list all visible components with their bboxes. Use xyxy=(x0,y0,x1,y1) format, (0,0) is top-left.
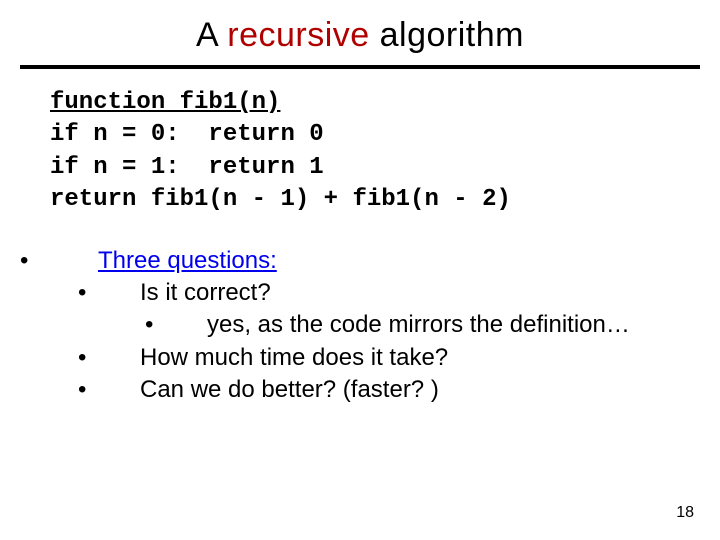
q1a-text: yes, as the code mirrors the definition… xyxy=(207,309,630,341)
bullet-icon: • xyxy=(78,277,98,309)
code-line-1: if n = 0: return 0 xyxy=(50,121,324,148)
bullet-icon: • xyxy=(20,245,40,277)
slide: A recursive algorithm function fib1(n) i… xyxy=(0,0,720,540)
bullet-icon: • xyxy=(78,374,98,406)
q1a-row: • yes, as the code mirrors the definitio… xyxy=(20,309,700,341)
q2-row: • How much time does it take? xyxy=(20,342,700,374)
title-rule xyxy=(20,65,700,69)
q3-row: • Can we do better? (faster? ) xyxy=(20,374,700,406)
bullet-icon: • xyxy=(78,342,98,374)
bullet-icon: • xyxy=(145,309,165,341)
lead-text: Three questions: xyxy=(98,247,277,274)
code-signature: function fib1(n) xyxy=(50,89,280,116)
code-line-3: return fib1(n - 1) + fib1(n - 2) xyxy=(50,186,511,213)
code-line-2: if n = 1: return 1 xyxy=(50,154,324,181)
title-pre: A xyxy=(196,16,227,54)
page-number: 18 xyxy=(676,504,694,522)
title-emph: recursive xyxy=(227,16,369,54)
lead-row: • Three questions: xyxy=(20,245,700,277)
slide-title: A recursive algorithm xyxy=(20,16,700,55)
body: • Three questions: • Is it correct? • ye… xyxy=(20,245,700,407)
code-block: function fib1(n) if n = 0: return 0 if n… xyxy=(50,87,700,217)
q3-text: Can we do better? (faster? ) xyxy=(140,374,439,406)
q2-text: How much time does it take? xyxy=(140,342,448,374)
title-post: algorithm xyxy=(370,16,524,54)
q1-row: • Is it correct? xyxy=(20,277,700,309)
q1-text: Is it correct? xyxy=(140,277,271,309)
